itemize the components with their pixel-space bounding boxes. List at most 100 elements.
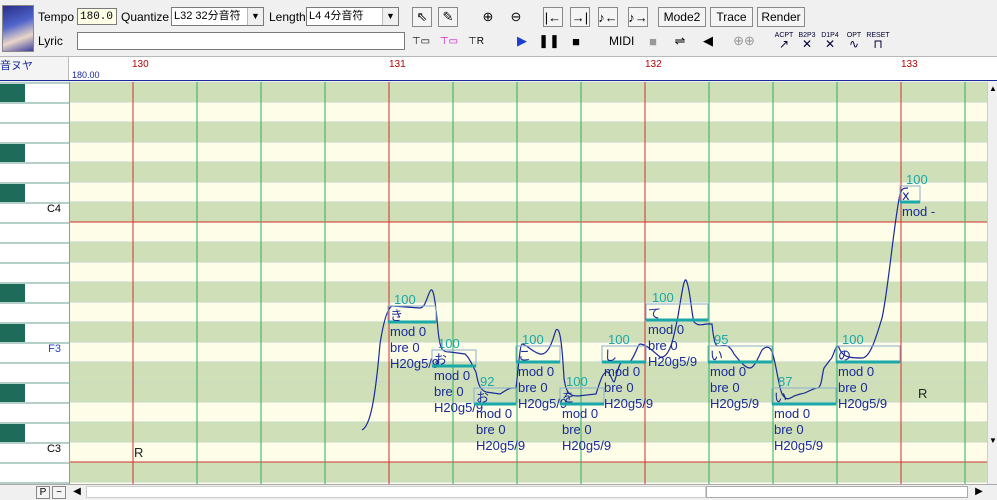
- measure-ruler[interactable]: 音ヌヤ 180.00 130 131 132 133: [0, 56, 997, 81]
- note-param: mod 0: [434, 368, 470, 383]
- jump-end-button[interactable]: →|: [570, 7, 590, 27]
- note-param: bre 0: [710, 380, 740, 395]
- note-next-icon: ♪→: [628, 9, 648, 25]
- horizontal-scroll-track[interactable]: [86, 486, 706, 498]
- piano-keyboard[interactable]: C4 F3 C3: [0, 82, 70, 484]
- note-lyric: こ: [518, 349, 531, 364]
- note-velocity: 100: [522, 332, 544, 347]
- b2p3-icon: ✕: [801, 37, 813, 51]
- p-toggle-button[interactable]: P: [36, 486, 50, 499]
- insert-note-icon: ⊤▭: [411, 35, 431, 47]
- note-lyric: x: [902, 189, 910, 204]
- vibrato-button[interactable]: ⊕⊕: [733, 31, 755, 51]
- piano-roll-grid[interactable]: 100 き mod 0 bre 0 H20g5/9 100 お mod 0 bre 0 H20g5…: [70, 82, 987, 484]
- note-param: mod 0: [838, 364, 874, 379]
- scroll-left-icon[interactable]: ◀: [70, 486, 84, 499]
- grid-row: [70, 222, 987, 242]
- insert-lyric-button[interactable]: ⊤▭: [439, 31, 459, 51]
- zoom-in-icon: ⊕: [482, 9, 494, 24]
- stop-button[interactable]: ■: [566, 31, 586, 51]
- black-key: [0, 144, 25, 162]
- black-key: [0, 324, 25, 342]
- speaker-button[interactable]: ◀: [698, 31, 718, 51]
- note-param: H20g5/9: [838, 396, 887, 411]
- vibrato-icon: ⊕⊕: [733, 33, 755, 48]
- trace-button[interactable]: Trace: [710, 7, 753, 27]
- grid-row: [70, 82, 987, 102]
- note-lyric: お: [476, 391, 489, 406]
- grid-row: [70, 242, 987, 262]
- record-button[interactable]: ■: [643, 31, 663, 51]
- measure-number: 130: [132, 59, 149, 70]
- black-key: [0, 284, 25, 302]
- loop-icon: ⇌: [674, 33, 686, 48]
- reset-button[interactable]: RESET ⊓: [866, 30, 889, 51]
- lyric-input[interactable]: [77, 32, 405, 50]
- zoom-out-button[interactable]: ⊖: [506, 7, 526, 27]
- tempo-input[interactable]: 180.0: [77, 8, 117, 25]
- singer-avatar[interactable]: [2, 5, 34, 52]
- note-param: mod -: [902, 204, 935, 219]
- grid-row: [70, 462, 987, 482]
- note-param: mod 0: [604, 364, 640, 379]
- piano-keys[interactable]: [0, 82, 69, 484]
- reset-icon: ⊓: [873, 37, 883, 51]
- note-next-button[interactable]: ♪→: [628, 7, 648, 27]
- loop-button[interactable]: ⇌: [670, 31, 690, 51]
- measure-number: 133: [901, 59, 918, 70]
- quantize-label: Quantize: [121, 10, 170, 24]
- pause-icon: ❚❚: [538, 33, 560, 48]
- insert-lyric-icon: ⊤▭: [439, 35, 459, 47]
- d1p4-button[interactable]: D1P4 ✕: [819, 30, 841, 50]
- note-param: H20g5/9: [562, 438, 611, 453]
- note-param: mod 0: [562, 406, 598, 421]
- pointer-tool-button[interactable]: ⇖: [412, 7, 432, 27]
- note-lyric: の: [838, 349, 851, 364]
- scroll-up-icon[interactable]: ▲: [989, 84, 997, 93]
- length-select[interactable]: L4 4分音符 ▼: [306, 7, 399, 26]
- grid-row: [70, 202, 987, 222]
- black-key: [0, 424, 25, 442]
- quantize-select[interactable]: L32 32分音符 ▼: [171, 7, 264, 26]
- acpt-button[interactable]: ACPT ↗: [773, 30, 795, 50]
- quantize-value: L32 32分音符: [174, 10, 241, 22]
- note-param: bre 0: [518, 380, 548, 395]
- opt-button[interactable]: OPT ∿: [843, 30, 865, 50]
- vertical-scrollbar[interactable]: ▲ ▼: [987, 82, 997, 484]
- pencil-tool-button[interactable]: ✎: [438, 7, 458, 27]
- scroll-right-icon[interactable]: ▶: [972, 486, 986, 499]
- black-key: [0, 184, 25, 202]
- jump-end-icon: →|: [571, 9, 589, 25]
- pause-button[interactable]: ❚❚: [538, 31, 560, 51]
- b2p3-button[interactable]: B2P3 ✕: [796, 30, 818, 50]
- d1p4-icon: ✕: [824, 37, 836, 51]
- black-key: [0, 84, 25, 102]
- note-param: H20g5/9: [648, 354, 697, 369]
- tilde-toggle-button[interactable]: ~: [52, 486, 66, 499]
- horizontal-scroll-thumb[interactable]: [706, 486, 968, 498]
- insert-note-button[interactable]: ⊤▭: [411, 31, 431, 51]
- render-button[interactable]: Render: [757, 7, 805, 27]
- note-param: mod 0: [390, 324, 426, 339]
- note-lyric: て: [648, 307, 661, 322]
- note-velocity: 87: [778, 374, 792, 389]
- scroll-down-icon[interactable]: ▼: [989, 436, 997, 445]
- play-icon: ▶: [517, 33, 527, 48]
- ruler-corner-label: 音ヌヤ: [0, 60, 33, 72]
- note-canvas[interactable]: 100きmod 0bre 0H20g5/9100おmod 0bre 0H20g5…: [70, 82, 987, 484]
- play-button[interactable]: ▶: [512, 31, 532, 51]
- note-param: bre 0: [838, 380, 868, 395]
- acpt-icon: ↗: [778, 37, 790, 51]
- rest-marker: R: [918, 386, 927, 401]
- note-prev-button[interactable]: ♪←: [598, 7, 618, 27]
- ruler-corner: 音ヌヤ: [0, 57, 69, 81]
- insert-rest-button[interactable]: ⊤R: [466, 31, 486, 51]
- lyric-label: Lyric: [38, 34, 63, 48]
- mode2-button[interactable]: Mode2: [658, 7, 706, 27]
- jump-start-button[interactable]: |←: [543, 7, 563, 27]
- pencil-icon: ✎: [442, 9, 454, 24]
- opt-icon: ∿: [848, 37, 860, 51]
- note-param: mod 0: [774, 406, 810, 421]
- zoom-in-button[interactable]: ⊕: [478, 7, 498, 27]
- zoom-out-icon: ⊖: [510, 9, 522, 24]
